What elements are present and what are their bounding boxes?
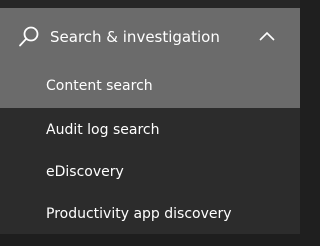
nav-group-search-investigation[interactable]: Search & investigation [0, 8, 300, 64]
search-icon [19, 26, 39, 47]
nav-item-content-search[interactable]: Content search [0, 64, 300, 108]
nav-item-productivity-app-discovery[interactable]: Productivity app discovery [0, 192, 300, 236]
nav-item-audit-log-search[interactable]: Audit log search [0, 108, 300, 152]
nav-item-label: eDiscovery [46, 164, 124, 180]
navigation-panel: Search & investigation Content search Au… [0, 0, 300, 246]
bottom-divider [0, 234, 300, 246]
nav-item-ediscovery[interactable]: eDiscovery [0, 150, 300, 194]
chevron-up-icon[interactable] [258, 30, 276, 42]
nav-item-label: Audit log search [46, 122, 160, 138]
nav-item-label: Content search [46, 78, 153, 94]
top-divider [0, 0, 300, 8]
nav-group-title: Search & investigation [50, 28, 220, 46]
nav-item-label: Productivity app discovery [46, 206, 232, 222]
